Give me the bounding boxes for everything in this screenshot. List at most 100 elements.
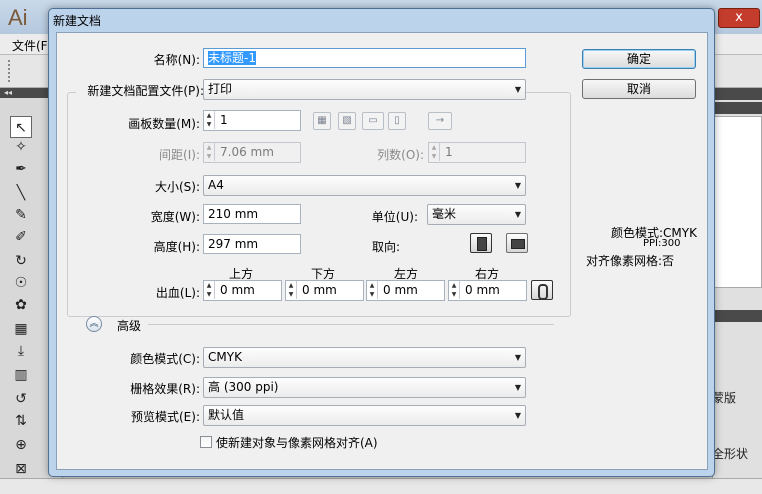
bleed-bottom-input[interactable]: ▲ ▼ 0 mm (285, 280, 364, 301)
chevron-down-icon: ▼ (514, 411, 521, 420)
landscape-orientation-icon[interactable] (506, 233, 528, 253)
align-pixel-grid-label[interactable]: 使新建对象与像素网格对齐(A) (216, 434, 378, 451)
ok-button[interactable]: 确定 (582, 49, 696, 69)
bleed-left-input[interactable]: ▲ ▼ 0 mm (366, 280, 445, 301)
advanced-divider (148, 324, 554, 325)
warp-tool-icon[interactable]: ☉ (10, 272, 32, 294)
artboards-label: 画板数量(M): (128, 117, 200, 131)
units-value: 毫米 (432, 207, 457, 221)
toolbar-grip[interactable] (8, 60, 14, 82)
profile-select[interactable]: 打印 ▼ (203, 79, 526, 100)
magic-wand-tool-icon[interactable]: ✧ (10, 136, 32, 158)
orientation-label: 取向: (371, 240, 400, 254)
grid-by-column-icon[interactable]: ▧ (338, 112, 356, 130)
drawing-mode-icon[interactable]: ⊕ (10, 434, 32, 456)
columns-stepper[interactable]: ▲ ▼ (429, 143, 440, 161)
right-panel-header-2 (712, 310, 762, 322)
raster-effects-select[interactable]: 高 (300 ppi) ▼ (203, 377, 526, 398)
spacing-label: 间距(I): (159, 148, 200, 162)
menu-file[interactable]: 文件(F) (12, 37, 52, 54)
raster-effects-value: 高 (300 ppi) (208, 380, 279, 394)
paintbrush-tool-icon[interactable]: ✎ (10, 204, 32, 226)
height-value: 297 mm (208, 237, 259, 251)
blob-brush-tool-icon[interactable]: ✐ (10, 226, 32, 248)
summary-pixel-grid: 对齐像素网格:否 (586, 254, 675, 268)
arrange-by-row-icon[interactable]: ▭ (362, 112, 384, 130)
columns-label: 列数(O): (377, 148, 424, 162)
preview-mode-select[interactable]: 默认值 ▼ (203, 405, 526, 426)
raster-effects-label: 栅格效果(R): (130, 382, 200, 396)
chevron-down-icon: ▼ (514, 353, 521, 362)
units-select[interactable]: 毫米 ▼ (427, 204, 526, 225)
width-value: 210 mm (208, 207, 259, 221)
panel-fragment-mask: 蒙版 (712, 391, 737, 405)
width-input[interactable]: 210 mm (203, 204, 301, 224)
width-label: 宽度(W): (150, 210, 200, 224)
graph-tool-icon[interactable]: ▥ (10, 364, 32, 386)
artboards-value: 1 (220, 113, 228, 127)
units-label: 单位(U): (371, 210, 418, 224)
columns-input[interactable]: ▲ ▼ 1 (428, 142, 526, 163)
pen-tool-icon[interactable]: ✒ (10, 158, 32, 180)
right-panel-tabbar (712, 102, 762, 114)
bleed-top-stepper[interactable]: ▲ ▼ (204, 281, 215, 299)
size-label: 大小(S): (154, 180, 200, 194)
spacing-stepper[interactable]: ▲ ▼ (204, 143, 215, 161)
bleed-left-value: 0 mm (383, 283, 418, 297)
bleed-right-stepper[interactable]: ▲ ▼ (449, 281, 460, 299)
chevron-down-icon: ▼ (514, 85, 521, 94)
selection-tool-icon[interactable]: ↖ (10, 116, 32, 138)
panel-fragment-shape: 全形状 (712, 447, 749, 461)
columns-value: 1 (445, 145, 453, 159)
eyedropper-tool-icon[interactable]: ⤓ (10, 340, 32, 362)
size-value: A4 (208, 178, 224, 192)
artboards-stepper[interactable]: ▲ ▼ (204, 111, 215, 129)
height-input[interactable]: 297 mm (203, 234, 301, 254)
color-mode-select[interactable]: CMYK ▼ (203, 347, 526, 368)
spacing-value: 7.06 mm (220, 145, 274, 159)
chevron-down-icon: ▼ (514, 181, 521, 190)
app-close-button[interactable]: x (718, 8, 760, 28)
screen-mode-icon[interactable]: ⊠ (10, 458, 32, 480)
link-bleed-chain-icon[interactable] (531, 280, 553, 300)
bleed-right-input[interactable]: ▲ ▼ 0 mm (448, 280, 527, 301)
color-mode-value: CMYK (208, 350, 242, 364)
bleed-bottom-stepper[interactable]: ▲ ▼ (286, 281, 297, 299)
collapse-advanced-icon[interactable]: ︽ (86, 316, 102, 332)
dialog-title: 新建文档 (53, 14, 102, 28)
artboards-input[interactable]: ▲ ▼ 1 (203, 110, 301, 131)
symbol-sprayer-tool-icon[interactable]: ✿ (10, 294, 32, 316)
status-strip (0, 478, 762, 494)
preview-mode-value: 默认值 (208, 408, 245, 422)
bleed-label: 出血(L): (155, 286, 200, 300)
spacing-input[interactable]: ▲ ▼ 7.06 mm (203, 142, 301, 163)
chevron-down-icon: ▼ (514, 383, 521, 392)
line-tool-icon[interactable]: ╲ (10, 182, 32, 204)
default-colors-icon[interactable]: ⇅ (10, 410, 32, 432)
summary-ppi: PPI:300 (643, 238, 681, 249)
grid-by-row-icon[interactable]: ▦ (313, 112, 331, 130)
rotate-tool-icon[interactable]: ↻ (10, 250, 32, 272)
bleed-right-value: 0 mm (465, 283, 500, 297)
bleed-top-input[interactable]: ▲ ▼ 0 mm (203, 280, 282, 301)
right-panel-header (712, 88, 762, 100)
size-select[interactable]: A4 ▼ (203, 175, 526, 196)
right-panel-content (714, 116, 762, 288)
cancel-button[interactable]: 取消 (582, 79, 696, 99)
fill-stroke-swap-icon[interactable]: ↺ (10, 388, 32, 410)
document-name-input[interactable]: 未标题-1 (203, 48, 526, 68)
profile-value: 打印 (208, 82, 233, 96)
bleed-bottom-value: 0 mm (302, 283, 337, 297)
name-label: 名称(N): (153, 53, 200, 67)
preview-mode-label: 预览模式(E): (131, 410, 200, 424)
portrait-orientation-icon[interactable] (470, 233, 492, 253)
chevron-down-icon: ▼ (514, 210, 521, 219)
bleed-left-stepper[interactable]: ▲ ▼ (367, 281, 378, 299)
arrange-by-column-icon[interactable]: ▯ (388, 112, 406, 130)
bleed-top-value: 0 mm (220, 283, 255, 297)
profile-label: 新建文档配置文件(P): (76, 82, 204, 99)
height-label: 高度(H): (153, 240, 200, 254)
mesh-tool-icon[interactable]: ▦ (10, 318, 32, 340)
align-pixel-grid-checkbox[interactable] (200, 436, 212, 448)
right-to-left-layout-icon[interactable]: → (428, 112, 452, 130)
